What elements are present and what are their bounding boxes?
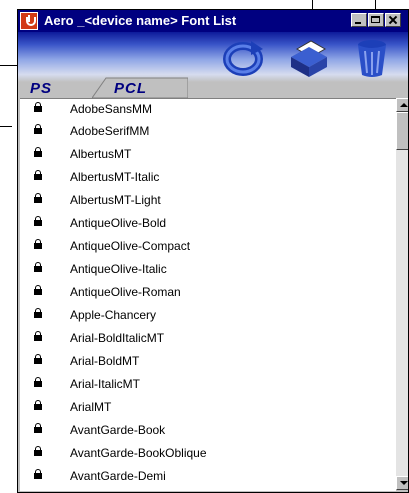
font-list-item[interactable]: AdobeSerifMM: [20, 121, 396, 143]
font-name: AvantGarde-BookOblique: [70, 446, 207, 460]
font-list-item[interactable]: AvantGarde-Book: [20, 420, 396, 442]
font-list-item[interactable]: AntiqueOlive-Italic: [20, 259, 396, 281]
font-name: AlbertusMT-Light: [70, 193, 161, 207]
lock-icon: [34, 170, 42, 180]
font-name: Arial-BoldItalicMT: [70, 331, 165, 345]
font-name: AlbertusMT-Italic: [70, 170, 160, 184]
font-list-item[interactable]: AdobeSansMM: [20, 99, 396, 121]
minimize-button[interactable]: [351, 13, 367, 27]
lock-icon: [34, 102, 42, 112]
tab-ps[interactable]: PS: [30, 80, 52, 97]
lock-icon: [34, 239, 42, 249]
lock-icon: [34, 308, 42, 318]
font-name: AvantGarde-Demi: [70, 469, 166, 483]
font-name: AlbertusMT: [70, 147, 132, 161]
font-list-item[interactable]: AntiqueOlive-Roman: [20, 282, 396, 304]
title-bar[interactable]: Aero _<device name> Font List: [18, 10, 408, 32]
refresh-button[interactable]: [221, 35, 265, 79]
font-list-item[interactable]: AlbertusMT-Italic: [20, 167, 396, 189]
font-list-item[interactable]: Arial-BoldMT: [20, 351, 396, 373]
font-list-item[interactable]: Arial-ItalicMT: [20, 374, 396, 396]
lock-icon: [34, 285, 42, 295]
font-list-item[interactable]: AlbertusMT-Light: [20, 190, 396, 212]
font-name: Arial-BoldMT: [70, 354, 140, 368]
lock-icon: [34, 331, 42, 341]
font-list-item[interactable]: AntiqueOlive-Bold: [20, 213, 396, 235]
maximize-button[interactable]: [368, 13, 384, 27]
printer-icon: [291, 40, 327, 77]
lock-icon: [34, 216, 42, 226]
font-name: AntiqueOlive-Bold: [70, 216, 167, 230]
font-list-item[interactable]: AvantGarde-BookOblique: [20, 443, 396, 465]
font-name: Arial-ItalicMT: [70, 377, 141, 391]
font-name: AvantGarde-Book: [70, 423, 166, 437]
lock-icon: [34, 147, 42, 157]
callout-line-list: [0, 126, 12, 127]
font-list-item[interactable]: Apple-Chancery: [20, 305, 396, 327]
font-list-window: Aero _<device name> Font List PS PCL Ado…: [17, 9, 409, 493]
scroll-down-button[interactable]: [396, 476, 408, 490]
lock-icon: [34, 400, 42, 410]
scroll-up-button[interactable]: [396, 98, 408, 112]
print-button[interactable]: [287, 35, 331, 79]
lock-icon: [34, 262, 42, 272]
font-name: AntiqueOlive-Compact: [70, 239, 191, 253]
font-list-item[interactable]: AvantGarde-Demi: [20, 466, 396, 488]
app-power-icon[interactable]: [20, 12, 38, 30]
lock-icon: [34, 124, 42, 134]
font-list-item[interactable]: AlbertusMT: [20, 144, 396, 166]
font-name: AdobeSansMM: [70, 102, 153, 116]
font-name: Apple-Chancery: [70, 308, 157, 322]
close-button[interactable]: [385, 13, 401, 27]
lock-icon: [34, 423, 42, 433]
font-list-item[interactable]: ArialMT: [20, 397, 396, 419]
delete-button[interactable]: [350, 35, 394, 79]
toolbar: [18, 32, 408, 82]
tab-pcl[interactable]: PCL: [114, 80, 147, 97]
lock-icon: [34, 193, 42, 203]
lock-icon: [34, 446, 42, 456]
vertical-scrollbar[interactable]: [396, 98, 408, 490]
font-name: AntiqueOlive-Roman: [70, 285, 181, 299]
font-name: AntiqueOlive-Italic: [70, 262, 167, 276]
font-name: ArialMT: [70, 400, 112, 414]
lock-icon: [34, 377, 42, 387]
lock-icon: [34, 354, 42, 364]
window-title: Aero _<device name> Font List: [44, 13, 237, 28]
trash-can-icon: [358, 40, 386, 77]
lock-icon: [34, 469, 42, 479]
refresh-icon: [223, 41, 263, 76]
font-list-item[interactable]: Arial-BoldItalicMT: [20, 328, 396, 350]
font-name: AdobeSerifMM: [70, 124, 150, 138]
font-list-item[interactable]: AntiqueOlive-Compact: [20, 236, 396, 258]
scroll-thumb[interactable]: [396, 112, 408, 150]
font-list: AdobeSansMM AdobeSerifMM AlbertusMT Albe…: [20, 98, 396, 491]
